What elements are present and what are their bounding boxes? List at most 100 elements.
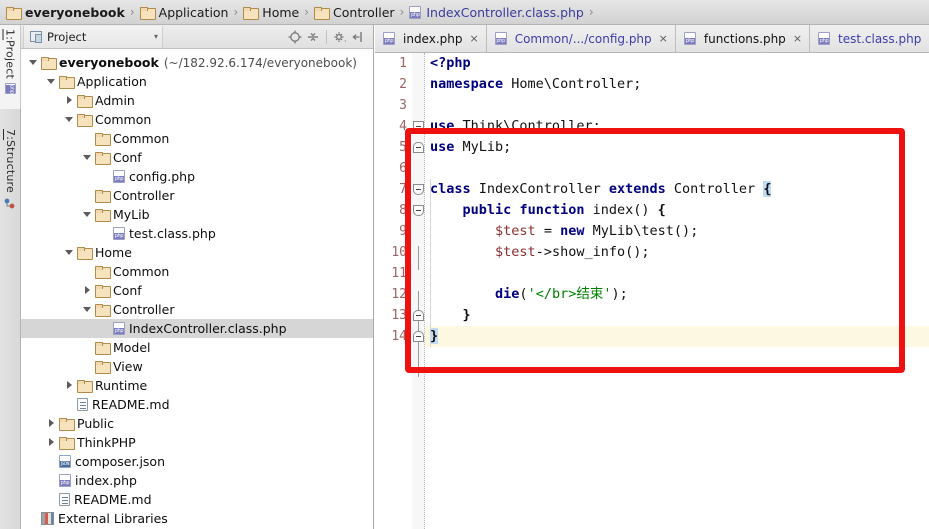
chevron-down-icon[interactable] [45,75,58,88]
tree-item[interactable]: Common [21,129,373,148]
hide-panel-icon[interactable] [350,29,366,45]
breadcrumb-bar: everyonebook › Application › Home › Controller… [0,0,929,25]
tree-item[interactable]: Conf [21,281,373,300]
folder-icon [95,304,111,317]
tree-item[interactable]: Runtime [21,376,373,395]
tree-item[interactable]: composer.json [21,452,373,471]
chevron-down-icon[interactable]: ▾ [142,32,158,41]
tree-item[interactable]: Model [21,338,373,357]
sidebar-tab-project[interactable]: 1: Project [0,25,21,109]
fold-marker-line14[interactable] [413,331,424,342]
code-line[interactable]: use Think\Controller; [425,116,929,137]
fold-marker-line7[interactable] [413,184,424,195]
close-icon[interactable]: × [659,32,668,45]
chevron-down-icon[interactable] [81,151,94,164]
project-panel-title: Project [47,29,87,44]
tree-item-label: Common [113,264,170,279]
tree-item[interactable]: test.class.php [21,224,373,243]
tree-item-label: Common [95,112,152,127]
tree-item[interactable]: Common [21,110,373,129]
close-icon[interactable]: × [469,32,478,45]
tree-item[interactable]: ThinkPHP [21,433,373,452]
code-line[interactable]: } [425,326,929,347]
fold-marker-line13[interactable] [413,310,424,321]
editor-area: index.php×Common/.../config.php×function… [375,25,929,529]
tree-item[interactable]: index.php [21,471,373,490]
chevron-down-icon[interactable] [81,208,94,221]
code-line[interactable]: namespace Home\Controller; [425,74,929,95]
editor-tab-common-config-php[interactable]: Common/.../config.php × [486,25,676,52]
folder-icon [95,190,111,203]
tree-item[interactable]: View [21,357,373,376]
tree-item-selected[interactable]: IndexController.class.php [21,319,373,338]
tree-item[interactable]: External Libraries [21,509,373,528]
line-number: 3 [399,98,407,113]
chevron-right-icon[interactable] [63,379,76,392]
sidebar-tab-structure[interactable]: 7: Structure [0,125,21,227]
chevron-down-icon[interactable] [63,113,76,126]
external-libraries-icon [41,512,54,525]
code-line[interactable]: class IndexController extends Controller… [425,179,929,200]
tree-item-label: Conf [113,150,142,165]
tree-item[interactable]: Common [21,262,373,281]
tree-item[interactable]: Admin [21,91,373,110]
chevron-right-icon[interactable] [45,436,58,449]
breadcrumb-item-everyonebook[interactable]: everyonebook [6,0,126,25]
breadcrumb-item-home[interactable]: Home [243,0,300,25]
chevron-down-icon[interactable] [27,56,40,69]
tree-item[interactable]: Conf [21,148,373,167]
code-line[interactable]: use MyLib; [425,137,929,158]
tree-item[interactable]: Application [21,72,373,91]
code-text[interactable]: <?php namespace Home\Controller; use Thin… [425,53,929,529]
fold-marker-line5[interactable] [413,142,424,153]
tree-item[interactable]: everyonebook (~/182.92.6.174/everyonebook… [21,53,373,72]
tree-item-label: Home [95,245,132,260]
tree-item[interactable]: README.md [21,490,373,509]
tree-item[interactable]: Public [21,414,373,433]
code-line[interactable]: public function index() { [425,200,929,221]
breadcrumb-item-controller[interactable]: Controller [314,0,396,25]
chevron-right-icon[interactable] [63,94,76,107]
editor-tab-index-php[interactable]: index.php × [375,25,487,52]
editor-tab-functions-php[interactable]: functions.php × [675,25,811,52]
collapse-all-icon[interactable] [305,29,321,45]
tree-item-label: Controller [113,188,175,203]
code-line[interactable] [425,263,929,284]
editor-tab-test-class-php[interactable]: test.class.php× [810,25,929,52]
code-line[interactable]: die('</br>结束'); [425,284,929,305]
toolbar-divider [326,29,327,44]
tree-item[interactable]: Controller [21,186,373,205]
tree-item[interactable]: Controller [21,300,373,319]
code-line[interactable]: <?php [425,53,929,74]
settings-gear-icon[interactable] [332,29,348,45]
breadcrumb-item-label: Controller [333,4,395,20]
chevron-right-icon[interactable] [81,284,94,297]
code-line[interactable] [425,95,929,116]
fold-marker-line4[interactable] [413,121,424,132]
project-tree[interactable]: everyonebook (~/182.92.6.174/everyonebook… [21,50,373,529]
breadcrumb-item-application[interactable]: Application [139,0,230,25]
tree-item[interactable]: config.php [21,167,373,186]
breadcrumb-item-label: Home [262,4,300,20]
code-line[interactable]: $test = new MyLib\test(); [425,221,929,242]
code-line[interactable]: } [425,305,929,326]
chevron-down-icon[interactable] [63,246,76,259]
tree-item[interactable]: MyLib [21,205,373,224]
tree-item[interactable]: Home [21,243,373,262]
breadcrumb-item-indexcontroller-class-php[interactable]: IndexController.class.php [409,0,585,25]
folder-icon [77,380,93,393]
locate-target-icon[interactable] [287,29,303,45]
line-number: 4 [399,119,407,134]
chevron-down-icon[interactable] [81,303,94,316]
code-line[interactable] [425,158,929,179]
code-line[interactable]: $test->show_info(); [425,242,929,263]
tree-item[interactable]: README.md [21,395,373,414]
code-viewport[interactable]: 1 2 3 4 5 6 7 8 9 10 11 12 13 14 <?php namespace Home\… [375,53,929,529]
fold-marker-line8[interactable] [413,205,424,216]
close-icon[interactable]: × [793,32,802,45]
md-file-icon [59,493,70,506]
chevron-right-icon[interactable] [45,417,58,430]
project-view-selector[interactable]: Project ▾ [23,25,163,48]
code-folding-column[interactable] [412,53,425,529]
